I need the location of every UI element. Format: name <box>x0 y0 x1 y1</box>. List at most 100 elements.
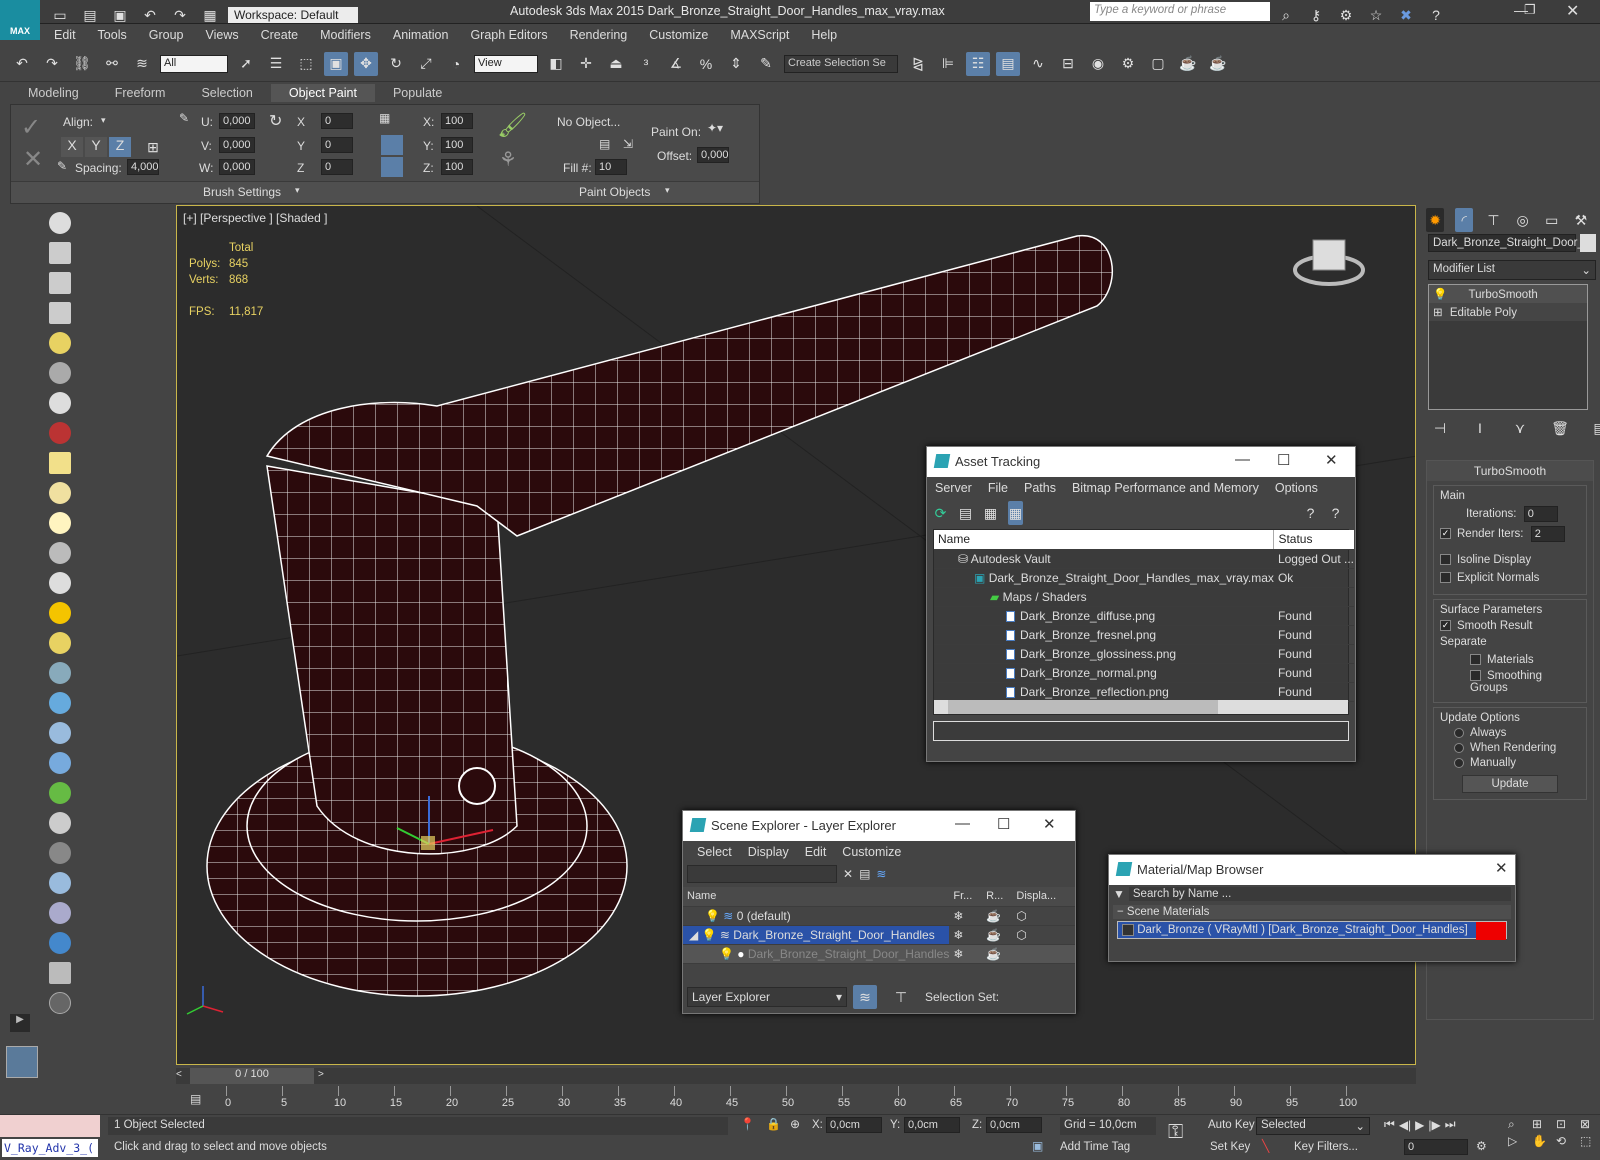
scale-random-icon[interactable] <box>381 157 403 177</box>
manually-radio[interactable] <box>1454 757 1464 768</box>
set-key-big-icon[interactable]: ⚿ <box>1168 1121 1183 1144</box>
table-row[interactable]: ◢ 💡 ≋ Dark_Bronze_Straight_Door_Handles ❄… <box>683 925 1075 945</box>
close-icon[interactable]: ✕ <box>1566 1 1579 21</box>
freeze-icon[interactable]: ❄ <box>949 925 983 945</box>
filter-dropdown-icon[interactable]: ▼ <box>1113 887 1125 901</box>
paint-objects-label[interactable]: Paint Objects <box>579 185 650 199</box>
schematic-view-icon[interactable]: ⊟ <box>1056 52 1080 76</box>
maximize-icon[interactable]: ☐ <box>1277 451 1290 469</box>
fov-icon[interactable]: ▷ <box>1508 1134 1530 1148</box>
motion-tab-icon[interactable]: ◎ <box>1514 208 1532 232</box>
col-display-header[interactable]: Displa... <box>1012 887 1075 907</box>
manipulate-icon[interactable]: ✛ <box>574 52 598 76</box>
rot-x-spinner[interactable]: 0 <box>321 113 353 129</box>
cone-icon[interactable] <box>49 572 71 594</box>
place-icon[interactable]: ◔ <box>444 52 468 76</box>
brush-settings-dropdown-icon[interactable]: ▾ <box>295 185 300 196</box>
check-icon[interactable]: ✓ <box>21 113 41 142</box>
tab-freeform[interactable]: Freeform <box>97 84 184 102</box>
material-browser-titlebar[interactable]: Material/Map Browser ✕ <box>1109 855 1515 885</box>
snap-3-icon[interactable]: ³ <box>634 52 658 76</box>
rollout-title[interactable]: TurboSmooth <box>1427 461 1593 481</box>
maxscript-mini-input[interactable]: V_Ray_Adv_3_( <box>2 1139 98 1157</box>
isolate-icon[interactable]: 📍 <box>740 1117 755 1131</box>
teapot-icon[interactable] <box>49 212 71 234</box>
table-row[interactable]: Dark_Bronze_reflection.png Found <box>934 682 1354 702</box>
dome-icon[interactable] <box>49 482 71 504</box>
table-view-icon[interactable]: ▦ <box>1008 501 1023 525</box>
light-icon[interactable] <box>49 332 71 354</box>
table-row[interactable]: 💡 ● Dark_Bronze_Straight_Door_Handles ❄ ☕ <box>683 944 1075 964</box>
horizontal-scrollbar[interactable] <box>934 700 1348 714</box>
orbit-icon[interactable]: ⟲ <box>1556 1134 1578 1148</box>
scale-icon[interactable]: ⤢ <box>414 52 438 76</box>
rotate-brush-icon[interactable]: ↻ <box>269 111 282 131</box>
menu-edit[interactable]: Edit <box>805 845 827 859</box>
menu-graph-editors[interactable]: Graph Editors <box>470 28 547 42</box>
paint-on-dropdown-icon[interactable]: ✦▾ <box>707 121 723 135</box>
menu-display[interactable]: Display <box>748 845 789 859</box>
spacing-spinner[interactable]: 4,000 <box>127 159 159 175</box>
axis-z-button[interactable]: Z <box>109 137 131 157</box>
bone-icon[interactable] <box>49 692 71 714</box>
rot-y-spinner[interactable]: 0 <box>321 137 353 153</box>
paint-objects-dropdown-icon[interactable]: ▾ <box>665 185 670 196</box>
scale-x-spinner[interactable]: 100 <box>441 113 473 129</box>
align-dropdown-icon[interactable]: ▾ <box>101 115 106 126</box>
refresh-icon[interactable]: ⟳ <box>933 501 948 525</box>
remove-modifier-icon[interactable]: 🗑 <box>1548 416 1572 440</box>
expand-arrow-icon[interactable]: ▶ <box>10 1014 30 1032</box>
modifier-list-dropdown[interactable]: Modifier List ⌄ <box>1428 260 1596 280</box>
maximize-icon[interactable]: ☐ <box>997 815 1010 833</box>
zoom-extents-all-icon[interactable]: ⊠ <box>1580 1117 1600 1132</box>
lightbulb-icon[interactable]: 💡 <box>705 909 720 923</box>
menu-tools[interactable]: Tools <box>98 28 127 42</box>
menu-options[interactable]: Options <box>1275 481 1318 495</box>
go-start-icon[interactable]: ⏮ <box>1384 1117 1395 1132</box>
collapse-minus-icon[interactable]: − <box>1117 906 1124 918</box>
display-box-icon[interactable]: ⬡ <box>1012 925 1075 945</box>
sphere-light-icon[interactable] <box>49 512 71 534</box>
next-key-icon[interactable]: |▶ <box>1428 1118 1440 1132</box>
angle-snap-icon[interactable]: ∡ <box>664 52 688 76</box>
display-box-icon[interactable] <box>1012 944 1075 964</box>
pick-object-icon[interactable]: ▤ <box>599 137 610 151</box>
menu-customize[interactable]: Customize <box>649 28 708 42</box>
bind-spacewarp-icon[interactable]: ≋ <box>130 52 154 76</box>
camera-icon[interactable] <box>49 362 71 384</box>
find-icon[interactable]: ▤ <box>859 867 870 881</box>
add-time-tag[interactable]: Add Time Tag <box>1060 1141 1130 1153</box>
absolute-mode-icon[interactable]: ⊕ <box>790 1117 800 1131</box>
table-row[interactable]: ▰ Maps / Shaders <box>934 587 1354 607</box>
select-by-name-icon[interactable]: ☰ <box>264 52 288 76</box>
fill-icon[interactable]: ⚘ <box>499 147 517 172</box>
clear-filter-icon[interactable]: ✕ <box>843 867 853 881</box>
sun-icon[interactable] <box>49 602 71 624</box>
lightbulb-icon[interactable]: 💡 <box>702 928 717 942</box>
explorer-type-dropdown[interactable]: Layer Explorer ▾ <box>687 987 847 1007</box>
track-bar[interactable]: ▤ 0 5 10 15 20 25 30 35 40 45 50 55 60 65 70 75 80 85 90 95… <box>176 1086 1416 1114</box>
asset-path-field[interactable] <box>933 721 1349 741</box>
paint-brush-icon[interactable]: 🖌 <box>497 111 527 140</box>
create-tab-icon[interactable]: ✹ <box>1426 208 1445 232</box>
align-icon[interactable]: ⊫ <box>936 52 960 76</box>
prev-key-icon[interactable]: ◀| <box>1399 1118 1411 1132</box>
fur-icon[interactable] <box>49 842 71 864</box>
utilities-tab-icon[interactable]: ⚒ <box>1572 208 1590 232</box>
object-name-field[interactable]: Dark_Bronze_Straight_Door_ <box>1428 234 1584 252</box>
collapse-arrow-icon[interactable]: ◢ <box>689 928 698 942</box>
workspace-dropdown[interactable]: Workspace: Default <box>228 7 358 23</box>
menu-modifiers[interactable]: Modifiers <box>320 28 371 42</box>
maxscript-listener[interactable] <box>0 1115 100 1137</box>
stack-item-turbosmooth[interactable]: 💡 TurboSmooth <box>1429 285 1587 303</box>
make-unique-icon[interactable]: ⋎ <box>1508 416 1532 440</box>
pan-icon[interactable]: ✋ <box>1532 1134 1554 1148</box>
coord-y-field[interactable]: 0,0cm <box>904 1117 960 1133</box>
restore-icon[interactable]: ❐ <box>1524 2 1536 18</box>
maximize-viewport-icon[interactable]: ⬚ <box>1580 1134 1600 1148</box>
render-iters-spinner[interactable]: 2 <box>1530 526 1565 542</box>
link-icon[interactable]: ⛓ <box>70 52 94 76</box>
time-slider-thumb[interactable]: 0 / 100 <box>190 1068 314 1084</box>
minimize-icon[interactable]: — <box>1235 451 1250 468</box>
asset-tracking-titlebar[interactable]: Asset Tracking — ☐ ✕ <box>927 447 1355 477</box>
